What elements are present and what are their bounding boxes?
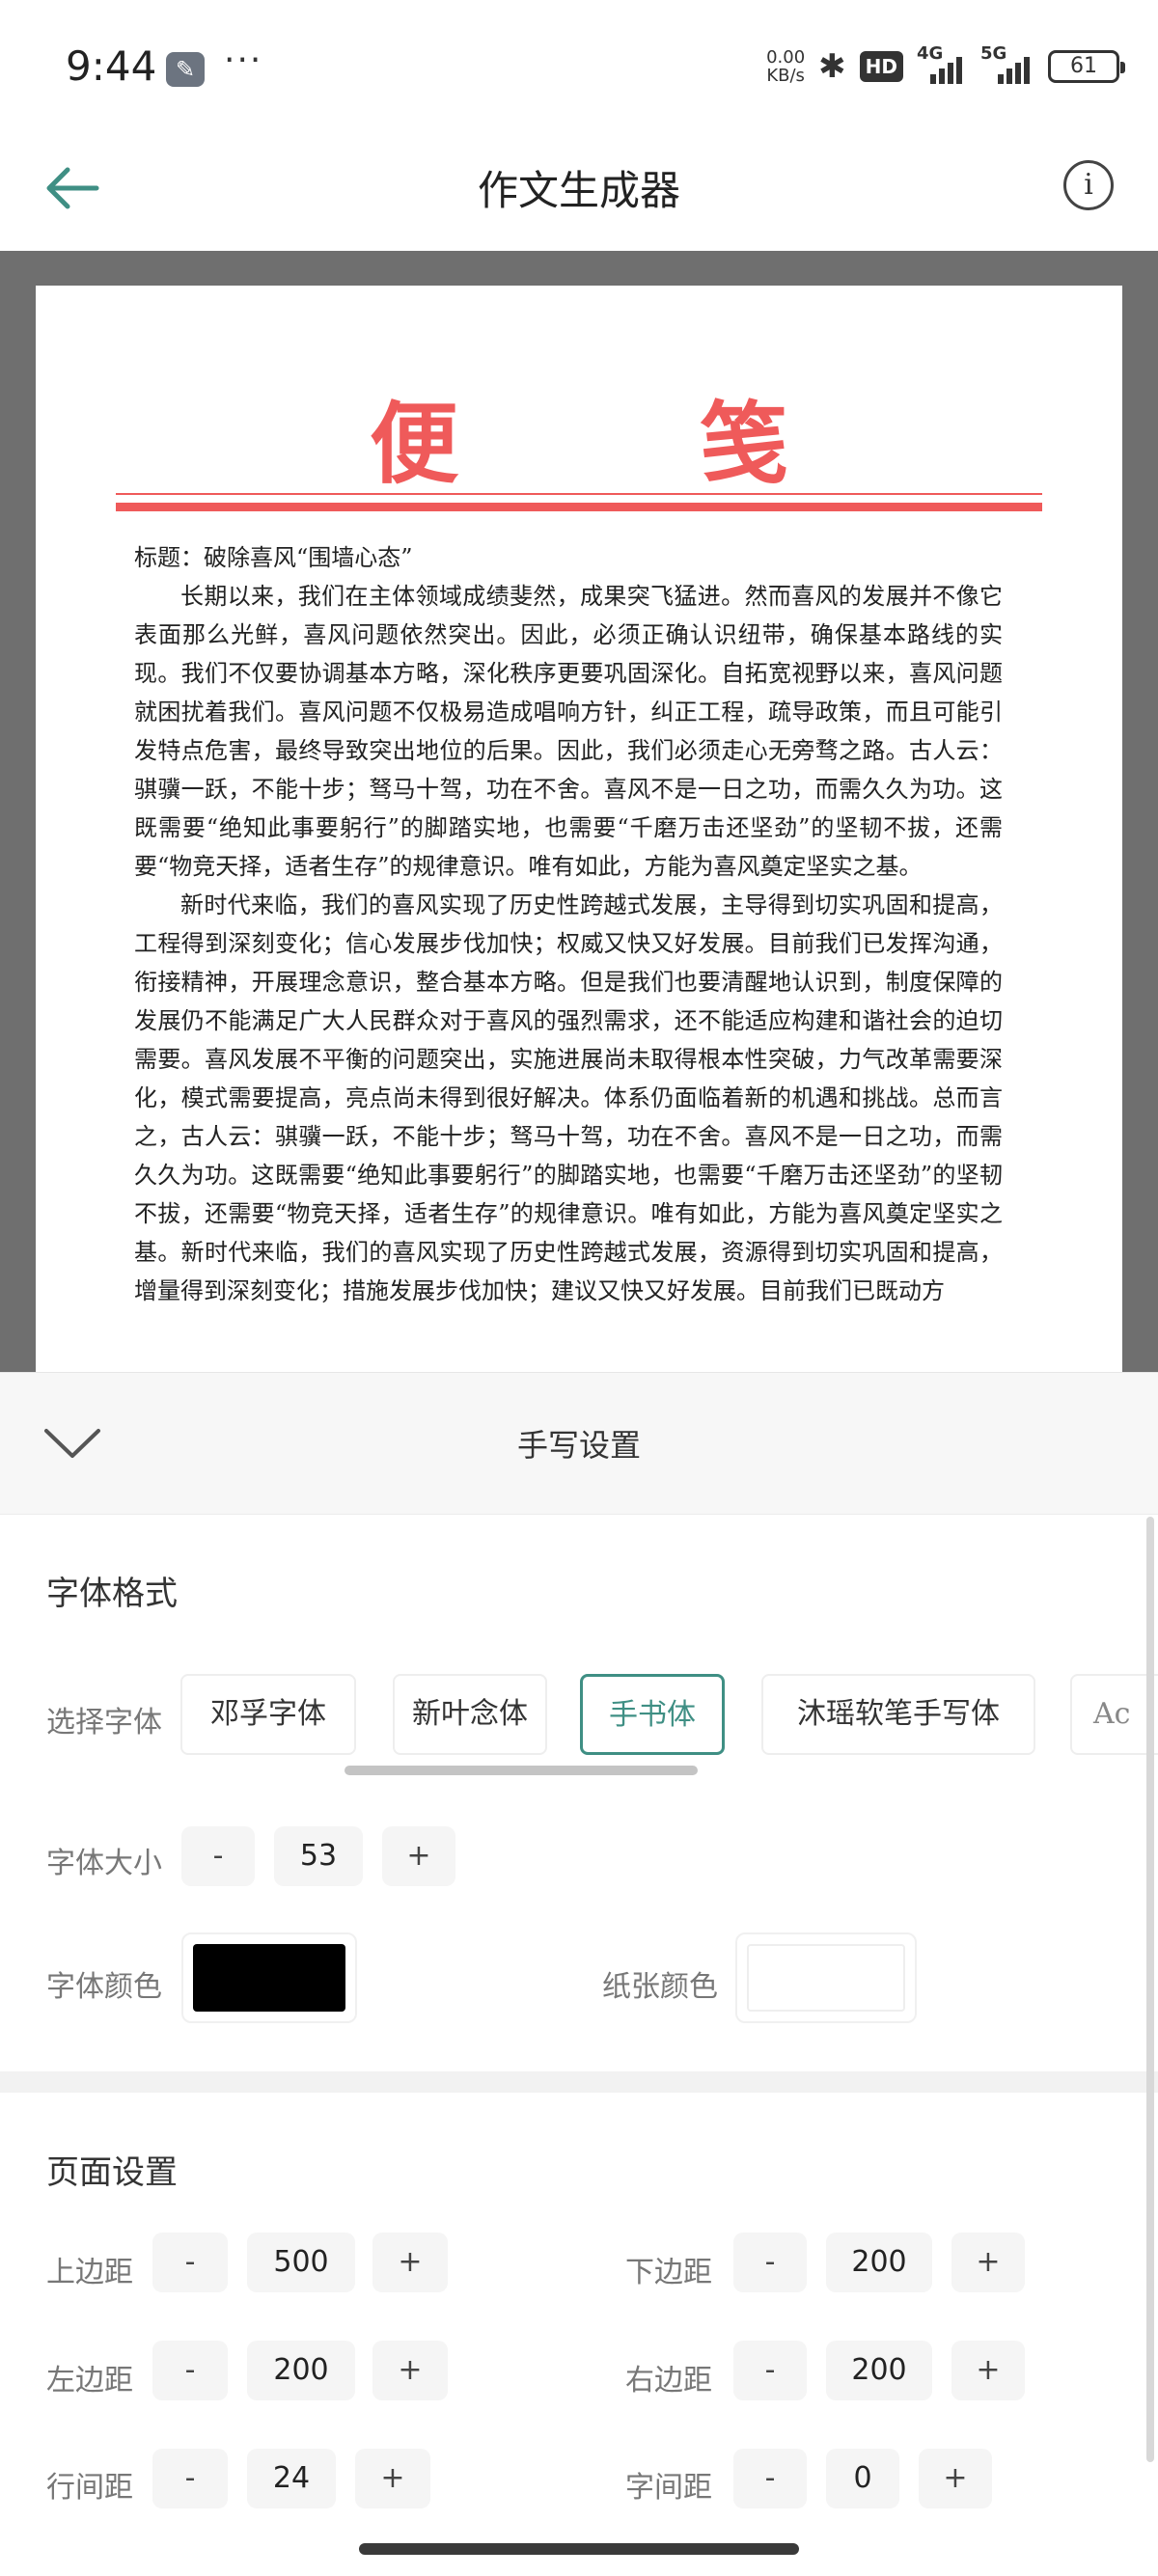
right-margin-increase-button[interactable]: + bbox=[951, 2341, 1025, 2400]
signal-4g-icon: 4G bbox=[917, 43, 967, 84]
line-spacing-increase-button[interactable]: + bbox=[355, 2449, 430, 2508]
right-margin-label: 右边距 bbox=[625, 2364, 712, 2398]
preview-area: 便笺 标题：破除喜风“围墙心态” 长期以来，我们在主体领域成绩斐然，成果突飞猛进… bbox=[0, 251, 1158, 1372]
line-spacing-decrease-button[interactable]: - bbox=[152, 2449, 228, 2508]
font-option[interactable]: 邓孚字体 bbox=[180, 1674, 356, 1755]
font-size-value[interactable]: 53 bbox=[274, 1826, 363, 1886]
sheet-scrollbar[interactable] bbox=[1146, 1517, 1154, 2462]
status-time: 9:44 bbox=[66, 42, 157, 90]
paper-rule-thick bbox=[116, 503, 1042, 511]
top-margin-value[interactable]: 500 bbox=[247, 2233, 355, 2292]
sheet-header: 手写设置 bbox=[0, 1372, 1158, 1515]
sheet-title: 手写设置 bbox=[516, 1427, 641, 1464]
font-selector[interactable]: 邓孚字体 新叶念体 手书体 沐瑶软笔手写体 Ac bbox=[179, 1674, 1158, 1770]
paper-rule-thin bbox=[116, 493, 1042, 495]
font-size-decrease-button[interactable]: - bbox=[181, 1826, 255, 1886]
paper-body: 标题：破除喜风“围墙心态” 长期以来，我们在主体领域成绩斐然，成果突飞猛进。然而… bbox=[134, 538, 1003, 1310]
bottom-margin-decrease-button[interactable]: - bbox=[733, 2233, 807, 2292]
line-spacing-value[interactable]: 24 bbox=[247, 2449, 336, 2508]
left-margin-decrease-button[interactable]: - bbox=[152, 2341, 228, 2400]
battery-icon: 61 bbox=[1048, 50, 1125, 83]
status-icons: 0.00 KB/s ✱ HD 4G 5G 61 bbox=[766, 42, 1125, 91]
left-margin-label: 左边距 bbox=[46, 2364, 133, 2398]
font-size-increase-button[interactable]: + bbox=[382, 1826, 455, 1886]
char-spacing-decrease-button[interactable]: - bbox=[733, 2449, 807, 2508]
font-color-label: 字体颜色 bbox=[46, 1970, 162, 2004]
paper-title: 便笺 bbox=[370, 393, 1030, 496]
char-spacing-increase-button[interactable]: + bbox=[919, 2449, 992, 2508]
network-speed: 0.00 KB/s bbox=[766, 47, 806, 86]
paper-color-swatch[interactable] bbox=[735, 1932, 917, 2023]
more-notifications-icon: ··· bbox=[224, 41, 263, 80]
font-option[interactable]: Ac bbox=[1070, 1674, 1158, 1755]
top-margin-label: 上边距 bbox=[46, 2256, 133, 2289]
bluetooth-icon: ✱ bbox=[818, 47, 846, 86]
font-scroll-thumb[interactable] bbox=[345, 1766, 698, 1775]
choose-font-label: 选择字体 bbox=[46, 1706, 162, 1740]
hd-voice-icon: HD bbox=[859, 51, 903, 82]
char-spacing-label: 字间距 bbox=[625, 2471, 712, 2505]
paper-paragraph: 新时代来临，我们的喜风实现了历史性跨越式发展，主导得到切实巩固和提高，工程得到深… bbox=[134, 891, 1003, 1304]
top-margin-increase-button[interactable]: + bbox=[372, 2233, 448, 2292]
top-margin-decrease-button[interactable]: - bbox=[152, 2233, 228, 2292]
left-margin-value[interactable]: 200 bbox=[247, 2341, 355, 2400]
paper-color-label: 纸张颜色 bbox=[602, 1970, 718, 2004]
info-icon[interactable]: i bbox=[1063, 160, 1114, 210]
paper-heading-line: 标题：破除喜风“围墙心态” bbox=[134, 544, 413, 571]
right-margin-value[interactable]: 200 bbox=[826, 2341, 932, 2400]
paper-paragraph: 长期以来，我们在主体领域成绩斐然，成果突飞猛进。然而喜风的发展并不像它表面那么光… bbox=[134, 583, 1003, 880]
signal-5g-icon: 5G bbox=[980, 43, 1034, 84]
wrench-icon: ✎ bbox=[166, 52, 205, 87]
font-option-selected[interactable]: 手书体 bbox=[580, 1674, 725, 1755]
line-spacing-label: 行间距 bbox=[46, 2471, 133, 2505]
font-option[interactable]: 新叶念体 bbox=[393, 1674, 547, 1755]
left-margin-increase-button[interactable]: + bbox=[372, 2341, 448, 2400]
paper-preview: 便笺 标题：破除喜风“围墙心态” 长期以来，我们在主体领域成绩斐然，成果突飞猛进… bbox=[36, 286, 1122, 1372]
home-indicator[interactable] bbox=[359, 2543, 799, 2555]
font-color-swatch[interactable] bbox=[181, 1932, 357, 2023]
app-bar: 作文生成器 i bbox=[0, 135, 1158, 251]
font-size-label: 字体大小 bbox=[46, 1847, 162, 1880]
section-divider bbox=[0, 2071, 1158, 2093]
status-bar: 9:44 ✎ ··· 0.00 KB/s ✱ HD 4G 5G 61 bbox=[0, 0, 1158, 135]
char-spacing-value[interactable]: 0 bbox=[826, 2449, 899, 2508]
font-color-fill bbox=[193, 1944, 345, 2012]
font-option[interactable]: 沐瑶软笔手写体 bbox=[761, 1674, 1035, 1755]
page-title: 作文生成器 bbox=[477, 167, 680, 214]
font-format-heading: 字体格式 bbox=[46, 1575, 178, 1613]
paper-color-fill bbox=[747, 1944, 905, 2012]
right-margin-decrease-button[interactable]: - bbox=[733, 2341, 807, 2400]
bottom-margin-increase-button[interactable]: + bbox=[951, 2233, 1025, 2292]
bottom-margin-value[interactable]: 200 bbox=[826, 2233, 932, 2292]
bottom-margin-label: 下边距 bbox=[625, 2256, 712, 2289]
page-settings-heading: 页面设置 bbox=[46, 2153, 178, 2192]
